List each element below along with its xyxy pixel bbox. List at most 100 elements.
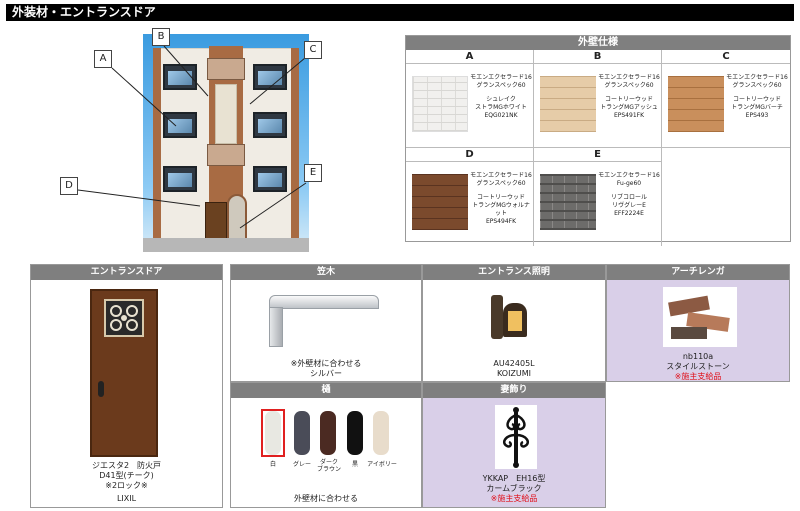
building-window [253, 166, 287, 192]
spec-line: モエンエクセラード16 [598, 172, 660, 179]
spec-line: モエンエクセラード16 [470, 74, 532, 81]
spec-line: グランスペック60 [732, 82, 782, 89]
toi-label: グレー [292, 461, 311, 468]
building-window [253, 112, 287, 138]
kasagi-caption: ※外壁材に合わせる シルバー [231, 359, 421, 379]
spec-cell-d: モエンエクセラード16 グランスペック60 コートリーウッド トラングMGウォルナッ… [406, 162, 534, 246]
kasagi-color: シルバー [310, 369, 342, 378]
spec-line: EPS494FK [485, 218, 517, 225]
spec-text-a: モエンエクセラード16 グランスペック60 シュレイク ストラMGホワイト EQG02… [470, 74, 532, 126]
door-handle [98, 381, 104, 397]
arch-brick-caption: nb110a スタイルストーン ※施主支給品 [607, 352, 789, 382]
spec-column-d: D [406, 148, 534, 162]
spec-line: コートリーウッド [604, 96, 653, 103]
spec-text-b: モエンエクセラード16 グランスペック60 コートリーウッド トラングMGアッシュ E… [598, 74, 660, 126]
toi-note: 外壁材に合わせる [294, 494, 358, 503]
wall-spec-table: 外壁仕様 A B C モエンエクセラード16 グランスペック60 シュレイク ストラ… [405, 35, 791, 246]
door-line: D41型(チーク) [99, 471, 154, 480]
building-balcony [207, 58, 245, 80]
swatch-d [412, 174, 468, 230]
toi-swatch-gray [294, 411, 310, 455]
spec-text-c: モエンエクセラード16 グランスペック60 コートリーウッド トラングMGバーチ EP… [726, 74, 788, 126]
spec-line: シュレイク [486, 96, 516, 103]
callout-c: C [304, 41, 322, 59]
kasagi-panel: 笠木 ※外壁材に合わせる シルバー [230, 264, 422, 382]
toi-label: 黒 [351, 461, 358, 468]
spec-line: グランスペック60 [476, 180, 526, 187]
toi-swatch-white [265, 411, 281, 455]
toi-swatch-black [347, 411, 363, 455]
toi-swatch-dark-brown [320, 411, 336, 455]
spec-line: モエンエクセラード16 [598, 74, 660, 81]
spec-cell-empty [662, 162, 790, 246]
arch-brick-panel: アーチレンガ nb110a スタイルストーン ※施主支給品 [606, 264, 790, 382]
kasagi-note: ※外壁材に合わせる [290, 359, 362, 368]
spec-line: モエンエクセラード16 [726, 74, 788, 81]
spec-line: リヴグレーE [612, 202, 646, 209]
building-pillar [153, 48, 161, 240]
light-maker: KOIZUMI [496, 369, 532, 378]
spec-cell-c: モエンエクセラード16 グランスペック60 コートリーウッド トラングMGバーチ EP… [662, 64, 790, 148]
spec-column-e: E [534, 148, 662, 162]
swatch-a [412, 76, 468, 132]
door-image [90, 289, 158, 457]
building-window [163, 64, 197, 90]
building-window [163, 166, 197, 192]
building-balcony [207, 144, 245, 166]
entrance-door-caption: ジエスタ2 防火戸 D41型(チーク) ※2ロック※ LIXIL [31, 461, 222, 504]
spec-line: コートリーウッド [476, 194, 525, 201]
tsumakazari-caption: YKKAP EH16型 カームブラック ※施主支給品 [423, 474, 605, 504]
page-title: 外装材・エントランスドア [6, 4, 794, 21]
spec-cell-a: モエンエクセラード16 グランスペック60 シュレイク ストラMGホワイト EQG02… [406, 64, 534, 148]
spec-line: トラングMGバーチ [731, 104, 783, 111]
spec-line: グランスペック60 [476, 82, 526, 89]
kasagi-image [269, 291, 381, 349]
entrance-light-image [485, 291, 537, 349]
tsumakazari-panel: 妻飾り YKKAP EH16型 カームブラック ※施主支給品 [422, 382, 606, 508]
door-line: LIXIL [116, 494, 137, 503]
spec-line: トラングMGウォルナット [472, 202, 530, 217]
toi-swatch-ivory [373, 411, 389, 455]
arch-brick-image [663, 287, 737, 347]
spec-line: EFF2224E [614, 210, 644, 217]
spec-line: EQG021NK [484, 112, 518, 119]
spec-text-e: モエンエクセラード16 Fu-ge60 リブコロール リヴグレーE EFF2224E [598, 172, 660, 224]
building-pillar [291, 48, 299, 240]
swatch-b [540, 76, 596, 132]
spec-cell-b: モエンエクセラード16 グランスペック60 コートリーウッド トラングMGアッシュ E… [534, 64, 662, 148]
building-window [163, 112, 197, 138]
spec-line: リブコロール [610, 194, 647, 201]
spec-column-empty [662, 148, 790, 162]
spec-line: EPS491FK [613, 112, 645, 119]
spec-column-a: A [406, 50, 534, 64]
building-ground [143, 238, 309, 252]
spec-line: Fu-ge60 [616, 180, 642, 187]
arch-brick-header: アーチレンガ [607, 265, 789, 280]
building-stone-panel [215, 84, 237, 144]
entrance-light-header: エントランス照明 [423, 265, 605, 280]
toi-header: 樋 [231, 383, 421, 398]
entrance-light-panel: エントランス照明 AU42405L KOIZUMI [422, 264, 606, 382]
building-arch [227, 194, 247, 240]
toi-label: 白 [269, 461, 276, 468]
spec-line: コートリーウッド [732, 96, 781, 103]
brick-note: ※施主支給品 [674, 372, 722, 381]
door-line: ジエスタ2 防火戸 [91, 461, 162, 470]
toi-label: アイボリー [367, 461, 397, 468]
callout-b: B [152, 28, 170, 46]
ornament-icon [503, 407, 529, 468]
spec-column-b: B [534, 50, 662, 64]
door-line: ※2ロック※ [105, 481, 148, 490]
kasagi-header: 笠木 [231, 265, 421, 280]
spec-text-d: モエンエクセラード16 グランスペック60 コートリーウッド トラングMGウォルナッ… [470, 172, 532, 232]
toi-panel: 樋 白 グレー ダーク ブラウン 黒 アイボリー 外壁材に合わせる [230, 382, 422, 508]
toi-label: ダーク ブラウン [316, 459, 341, 473]
entrance-door-header: エントランスドア [31, 265, 222, 280]
swatch-c [668, 76, 724, 132]
building-entrance-door [205, 202, 227, 240]
entrance-light-caption: AU42405L KOIZUMI [423, 359, 605, 379]
ornament-model: YKKAP EH16型 [482, 474, 546, 483]
door-glass-ornament [104, 299, 144, 337]
swatch-e [540, 174, 596, 230]
tsumakazari-image [495, 405, 537, 469]
